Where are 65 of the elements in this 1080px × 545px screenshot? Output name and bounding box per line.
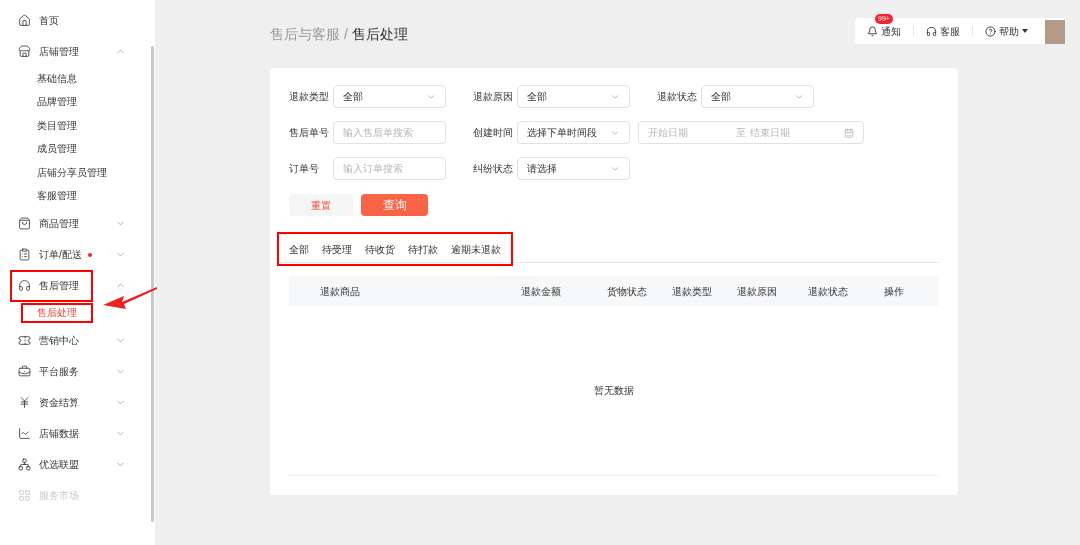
bell-icon[interactable] xyxy=(867,25,878,37)
sidebar-subitem[interactable]: 客服管理 xyxy=(37,189,77,204)
filter-tab[interactable]: 全部 xyxy=(289,241,309,257)
sidebar-item[interactable]: 订单/配送 xyxy=(18,242,92,267)
page-title: 售后处理 xyxy=(351,24,408,44)
headset-icon xyxy=(18,279,31,292)
caret-icon xyxy=(1022,29,1028,33)
field-label: 退款类型 xyxy=(289,90,330,104)
column-header: 退款原因 xyxy=(737,284,778,299)
filter-tab[interactable]: 待打款 xyxy=(408,241,438,257)
sidebar-subitem[interactable]: 品牌管理 xyxy=(37,95,77,110)
empty-text: 暂无数据 xyxy=(594,384,634,398)
yen-icon xyxy=(18,395,31,409)
sidebar-subitem[interactable]: 售后处理 xyxy=(37,305,77,320)
field-label: 退款状态 xyxy=(657,90,698,104)
select-field[interactable]: 全部 xyxy=(333,85,446,108)
sidebar-subitem[interactable]: 店铺分享员管理 xyxy=(37,165,107,180)
sidebar-item[interactable]: 优选联盟 xyxy=(18,452,79,476)
field-label: 退款原因 xyxy=(473,90,514,104)
column-header: 退款金额 xyxy=(521,284,562,299)
select-field[interactable]: 请选择 xyxy=(517,157,630,180)
store-icon xyxy=(18,45,31,58)
calendar-icon xyxy=(844,127,854,138)
field-label: 纠纷状态 xyxy=(473,162,514,176)
help-label[interactable]: 帮助 xyxy=(999,23,1019,39)
help-icon[interactable] xyxy=(985,25,996,37)
sidebar-item[interactable]: 商品管理 xyxy=(18,211,79,236)
search-field[interactable]: 输入售后单搜索 xyxy=(333,121,446,144)
sidebar-subitem[interactable]: 类目管理 xyxy=(37,118,77,133)
select-field[interactable]: 全部 xyxy=(517,85,630,108)
headset-icon[interactable] xyxy=(926,25,937,37)
clipboard-icon xyxy=(18,248,31,261)
ticket-icon xyxy=(18,333,31,347)
sidebar-item[interactable]: 店铺管理 xyxy=(18,39,79,64)
chart-icon xyxy=(18,426,31,440)
filter-tab[interactable]: 待收货 xyxy=(365,241,395,257)
column-header: 操作 xyxy=(884,284,905,299)
column-header: 退款商品 xyxy=(319,284,361,299)
field-label: 创建时间 xyxy=(473,126,514,140)
field-label: 售后单号 xyxy=(289,126,330,140)
column-header: 货物状态 xyxy=(607,284,648,299)
column-header: 退款类型 xyxy=(672,284,713,299)
bag-icon xyxy=(18,217,31,230)
select-field[interactable]: 选择下单时间段 xyxy=(517,121,630,144)
network-icon xyxy=(18,457,31,471)
search-field[interactable]: 输入订单搜索 xyxy=(333,157,446,180)
select-field[interactable]: 全部 xyxy=(701,85,814,108)
home-icon xyxy=(18,14,31,27)
grid-icon xyxy=(18,488,31,502)
field-label: 订单号 xyxy=(289,162,320,176)
sidebar-subitem[interactable]: 基础信息 xyxy=(37,71,77,86)
filter-tab[interactable]: 逾期未退款 xyxy=(451,241,501,257)
sidebar-item[interactable]: 店铺数据 xyxy=(18,421,79,445)
sidebar-item[interactable]: 资金结算 xyxy=(18,390,79,414)
scrollbar[interactable] xyxy=(151,46,154,522)
column-header: 退款状态 xyxy=(808,284,849,299)
filter-tab[interactable]: 待受理 xyxy=(322,241,352,257)
sidebar-item[interactable]: 首页 xyxy=(18,8,59,33)
briefcase-icon xyxy=(18,364,31,378)
sidebar-subitem[interactable]: 成员管理 xyxy=(37,142,77,157)
service-label[interactable]: 客服 xyxy=(940,23,960,39)
sidebar-item[interactable]: 营销中心 xyxy=(18,328,79,352)
notice-label[interactable]: 通知 xyxy=(881,23,901,39)
sidebar-item[interactable]: 平台服务 xyxy=(18,359,79,383)
sidebar-item[interactable]: 售后管理 xyxy=(18,273,79,298)
